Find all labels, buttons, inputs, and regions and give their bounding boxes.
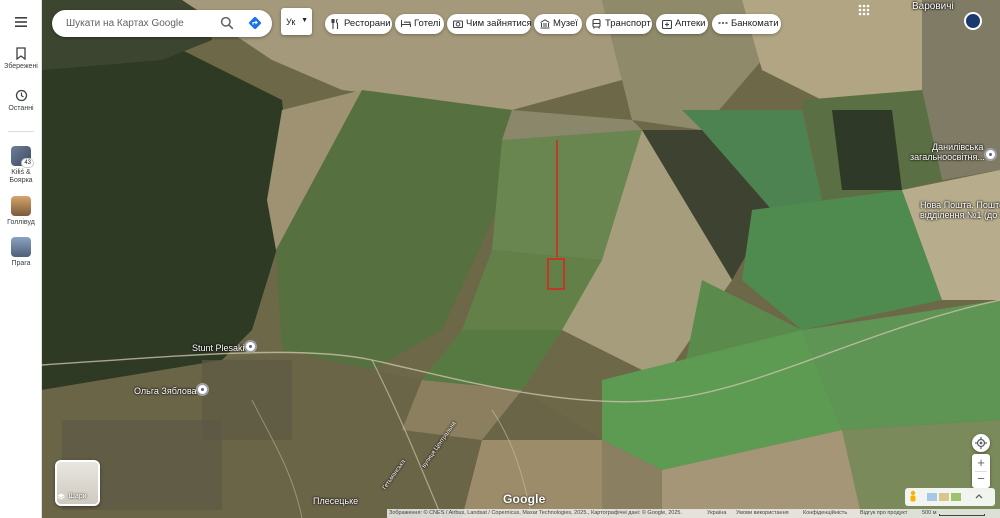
minus-icon: − [977,471,985,486]
place-label-school-2[interactable]: загальноосвітня... [910,152,985,162]
recent-button[interactable]: Останні [0,89,42,113]
directions-icon[interactable] [248,16,262,30]
pegman-icon[interactable] [908,490,918,504]
imagery-attribution: Зображення: © CNES / Airbus, Landsat / C… [389,510,682,516]
recent-place-item[interactable]: Голлівуд [0,196,42,227]
left-rail: Збережені Останні 43 Kiłiś & Бояркa Голл… [0,0,42,518]
bed-icon [401,20,411,27]
chip-museums[interactable]: Музеї [534,14,582,34]
fork-knife-icon [331,19,339,29]
transit-layer-icon[interactable] [939,493,949,501]
terrain-layer-icon[interactable] [927,493,937,501]
chip-hotels[interactable]: Готелі [395,14,444,34]
zoom-out-button[interactable]: − [972,471,990,488]
place-count-badge: 43 [21,158,34,168]
recent-place-item[interactable]: 43 Kiłiś & Бояркa [0,146,42,185]
place-label-nova-poshta-2[interactable]: відділення №1 (до 30 [920,210,1000,220]
layers-label-text: Шари [68,493,87,500]
olga-pin-icon[interactable] [196,383,209,396]
satellite-map[interactable]: Варовичі Данилівська загальноосвітня... … [42,0,1000,518]
chip-label: Аптеки [675,18,706,29]
chip-restaurants[interactable]: Ресторани [325,14,392,34]
museum-icon [540,19,550,29]
history-icon [15,89,27,102]
scale-bar [939,514,985,516]
pharmacy-icon [662,19,672,29]
input-tools-button[interactable]: Ук ▼ [281,8,312,35]
zoom-control: + − [972,454,990,488]
chip-pharmacies[interactable]: Аптеки [656,14,708,34]
my-location-button[interactable] [972,434,990,452]
camera-icon [453,20,463,28]
apps-grid-icon[interactable] [858,4,870,16]
saved-button[interactable]: Збережені [0,47,42,71]
search-input[interactable] [66,16,216,31]
saved-label: Збережені [4,63,38,70]
dropdown-arrow-icon: ▼ [301,17,308,24]
rail-divider [8,131,34,132]
place-label-village[interactable]: Плесецьке [313,496,358,506]
chip-label: Музеї [553,18,578,29]
layers-button[interactable]: Шари [55,460,100,506]
account-avatar[interactable] [964,12,982,30]
chip-label: Банкомати [731,18,779,29]
recent-place-label: Kiłiś & Бояркa [9,169,33,184]
bookmark-icon [16,47,26,60]
chip-label: Ресторани [344,18,391,29]
attribution-bar: Зображення: © CNES / Airbus, Landsat / C… [387,509,1000,518]
layers-label: Шари [57,493,98,500]
scale-label[interactable]: 500 м [922,509,937,518]
place-label-school[interactable]: Данилівська [932,142,983,152]
recent-place-item[interactable]: Прага [0,237,42,268]
hamburger-menu-icon [15,17,27,27]
chip-things-to-do[interactable]: Чим зайнятися [447,14,532,34]
plus-icon: + [977,455,985,470]
zoom-in-button[interactable]: + [972,454,990,471]
chip-label: Транспорт [605,18,651,29]
chip-atms[interactable]: Банкомати [712,14,781,34]
school-pin-icon[interactable] [984,148,997,161]
place-label-olga[interactable]: Ольга Зяблова [134,386,197,396]
country-link[interactable]: Україна [707,509,726,518]
traffic-layer-icon[interactable] [951,493,961,501]
atm-icon [718,22,728,24]
google-logo: Google [503,492,546,506]
menu-button[interactable] [0,16,42,31]
satellite-imagery [42,0,1000,518]
place-label-stunt[interactable]: Stunt Plesaki [192,343,245,353]
layers-icon [57,493,65,500]
place-label-varovychi[interactable]: Варовичі [912,2,954,12]
recent-label: Останні [8,105,34,112]
train-icon [592,19,601,29]
recent-place-label: Голлівуд [7,219,35,226]
place-thumbnail: 43 [11,146,34,168]
my-location-icon [975,437,987,449]
recent-place-label: Прага [11,260,31,267]
place-thumbnail [11,237,31,257]
feedback-link[interactable]: Відгук про продукт [860,509,907,518]
place-thumbnail [11,196,31,216]
maps-app: Збережені Останні 43 Kiłiś & Бояркa Голл… [0,0,1000,518]
chip-transit[interactable]: Транспорт [586,14,652,34]
chip-label: Чим зайнятися [466,18,532,29]
stunt-pin-icon[interactable] [244,340,257,353]
input-tools-label: Ук [286,17,296,27]
search-icon[interactable] [220,16,234,30]
expand-up-icon[interactable] [975,493,983,501]
search-box[interactable] [52,10,272,37]
terms-link[interactable]: Умови використання [736,509,789,518]
place-label-nova-poshta[interactable]: Нова Пошта. Пошто [920,200,1000,210]
mini-layers-bar [905,488,995,506]
chip-label: Готелі [414,18,441,29]
privacy-link[interactable]: Конфіденційність [803,509,847,518]
